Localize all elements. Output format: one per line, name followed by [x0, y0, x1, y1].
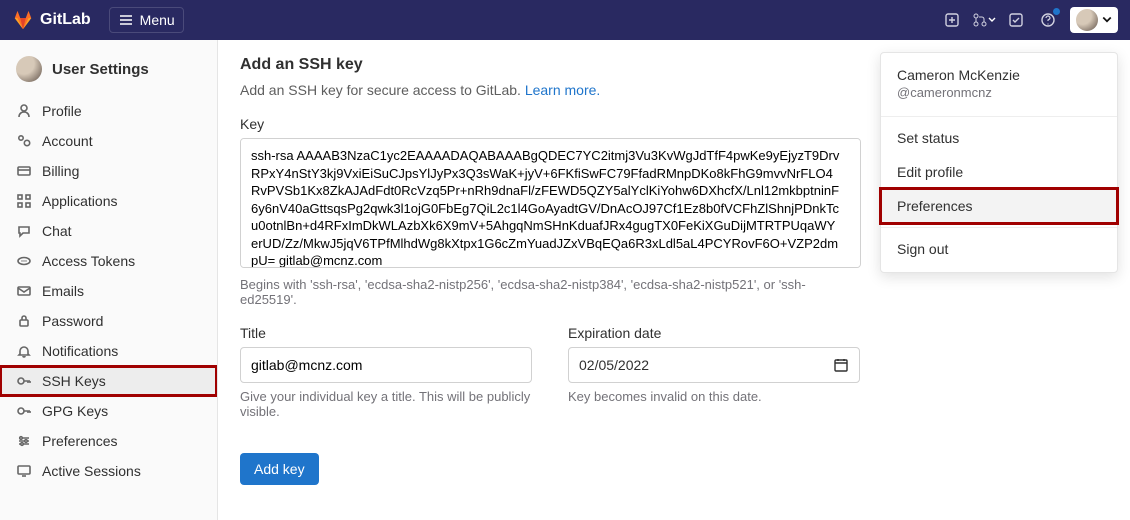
chevron-down-icon: [988, 16, 996, 24]
calendar-icon: [833, 357, 849, 373]
sidebar-item-notifications[interactable]: Notifications: [0, 336, 217, 366]
billing-icon: [16, 163, 32, 179]
lock-icon: [16, 313, 32, 329]
sidebar-heading: User Settings: [52, 61, 149, 78]
expiration-value: 02/05/2022: [579, 357, 649, 373]
gitlab-logo-icon: [12, 9, 34, 31]
sidebar-item-label: Notifications: [42, 343, 118, 359]
user-handle: @cameronmcnz: [897, 85, 1101, 100]
user-menu-set-status[interactable]: Set status: [881, 121, 1117, 155]
merge-icon: [972, 12, 988, 28]
learn-more-link[interactable]: Learn more.: [525, 82, 600, 98]
menu-label: Menu: [140, 12, 175, 28]
title-input[interactable]: [240, 347, 532, 383]
sidebar: User Settings Profile Account Billing Ap…: [0, 40, 218, 520]
title-label: Title: [240, 325, 532, 341]
issues-icon[interactable]: [936, 4, 968, 36]
todos-icon[interactable]: [1000, 4, 1032, 36]
sidebar-item-applications[interactable]: Applications: [0, 186, 217, 216]
avatar-icon: [16, 56, 42, 82]
token-icon: [16, 253, 32, 269]
user-dropdown-header: Cameron McKenzie @cameronmcnz: [881, 53, 1117, 112]
bell-icon: [16, 343, 32, 359]
sidebar-item-label: Active Sessions: [42, 463, 141, 479]
sidebar-item-preferences[interactable]: Preferences: [0, 426, 217, 456]
sidebar-item-label: Preferences: [42, 433, 117, 449]
sessions-icon: [16, 463, 32, 479]
merge-requests-icon[interactable]: [968, 4, 1000, 36]
user-icon: [16, 103, 32, 119]
brand-text: GitLab: [40, 11, 91, 29]
expiration-hint: Key becomes invalid on this date.: [568, 389, 860, 404]
sidebar-item-label: Account: [42, 133, 93, 149]
mail-icon: [16, 283, 32, 299]
ssh-key-textarea[interactable]: [240, 138, 861, 268]
sidebar-item-access-tokens[interactable]: Access Tokens: [0, 246, 217, 276]
key-icon: [16, 403, 32, 419]
notification-dot: [1053, 8, 1060, 15]
user-menu-edit-profile[interactable]: Edit profile: [881, 155, 1117, 189]
sidebar-item-label: Emails: [42, 283, 84, 299]
sidebar-item-label: SSH Keys: [42, 373, 106, 389]
expiration-input[interactable]: 02/05/2022: [568, 347, 860, 383]
sidebar-item-password[interactable]: Password: [0, 306, 217, 336]
sidebar-item-label: Chat: [42, 223, 72, 239]
avatar-icon: [1076, 9, 1098, 31]
sidebar-item-label: Password: [42, 313, 103, 329]
chevron-down-icon: [1102, 15, 1112, 25]
user-name: Cameron McKenzie: [897, 67, 1101, 83]
key-hint: Begins with 'ssh-rsa', 'ecdsa-sha2-nistp…: [240, 277, 860, 307]
sidebar-item-billing[interactable]: Billing: [0, 156, 217, 186]
chat-icon: [16, 223, 32, 239]
sidebar-title: User Settings: [0, 50, 217, 96]
sidebar-item-active-sessions[interactable]: Active Sessions: [0, 456, 217, 486]
sidebar-item-profile[interactable]: Profile: [0, 96, 217, 126]
sidebar-item-emails[interactable]: Emails: [0, 276, 217, 306]
sidebar-item-ssh-keys[interactable]: SSH Keys: [0, 366, 217, 396]
menu-button[interactable]: Menu: [109, 7, 184, 33]
sidebar-item-account[interactable]: Account: [0, 126, 217, 156]
add-key-button[interactable]: Add key: [240, 453, 319, 485]
sidebar-item-label: Access Tokens: [42, 253, 135, 269]
top-header: GitLab Menu: [0, 0, 1130, 40]
sidebar-item-label: Billing: [42, 163, 79, 179]
sidebar-item-chat[interactable]: Chat: [0, 216, 217, 246]
check-square-icon: [1008, 12, 1024, 28]
sidebar-item-label: GPG Keys: [42, 403, 108, 419]
sidebar-item-gpg-keys[interactable]: GPG Keys: [0, 396, 217, 426]
brand[interactable]: GitLab: [12, 9, 91, 31]
help-icon[interactable]: [1032, 4, 1064, 36]
expiration-label: Expiration date: [568, 325, 860, 341]
user-menu-button[interactable]: [1070, 7, 1118, 33]
user-menu-sign-out[interactable]: Sign out: [881, 232, 1117, 266]
hamburger-icon: [118, 12, 134, 28]
apps-icon: [16, 193, 32, 209]
title-hint: Give your individual key a title. This w…: [240, 389, 532, 419]
plus-square-icon: [944, 12, 960, 28]
user-dropdown: Cameron McKenzie @cameronmcnz Set status…: [880, 52, 1118, 273]
sidebar-item-label: Profile: [42, 103, 82, 119]
user-menu-preferences[interactable]: Preferences: [881, 189, 1117, 223]
account-icon: [16, 133, 32, 149]
sidebar-item-label: Applications: [42, 193, 118, 209]
prefs-icon: [16, 433, 32, 449]
key-icon: [16, 373, 32, 389]
